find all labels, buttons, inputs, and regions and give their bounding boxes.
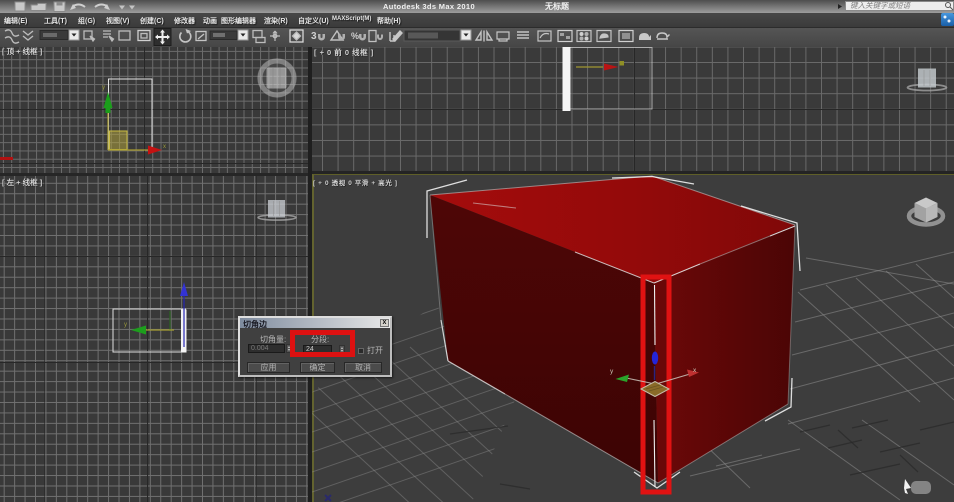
svg-text:无标题: 无标题 — [544, 1, 570, 11]
svg-text:Autodesk 3ds Max 2010: Autodesk 3ds Max 2010 — [383, 2, 475, 11]
svg-text:y: y — [124, 322, 127, 328]
svg-text:3: 3 — [311, 31, 317, 42]
svg-text:%: % — [351, 31, 359, 41]
svg-text:y: y — [102, 85, 105, 91]
svg-text:x: x — [163, 144, 166, 150]
